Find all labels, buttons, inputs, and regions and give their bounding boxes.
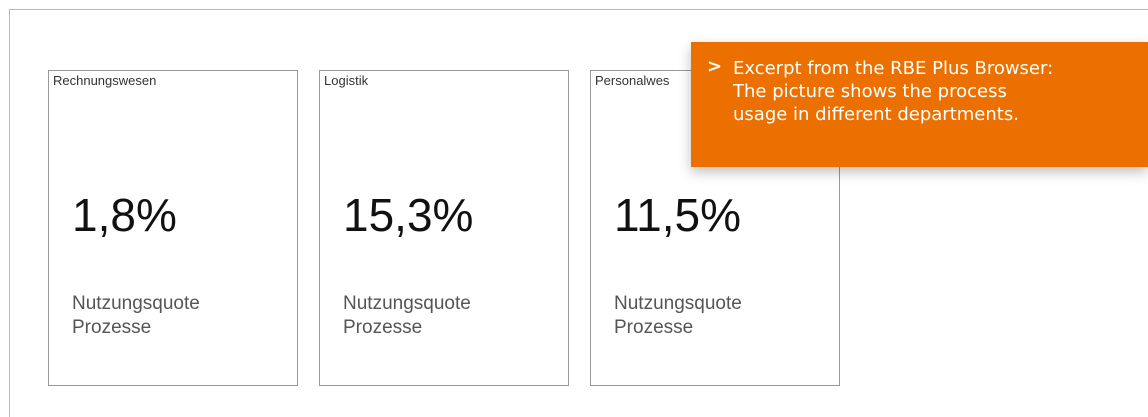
caption-line-2: Prozesse — [72, 317, 152, 338]
tile-rechnungswesen[interactable]: Rechnungswesen 1,8% Nutzungsquote Prozes… — [48, 70, 298, 386]
tile-caption: Nutzungsquote Prozesse — [72, 292, 200, 340]
caption-line-1: Nutzungsquote — [72, 293, 200, 314]
info-callout: > Excerpt from the RBE Plus Browser: The… — [691, 42, 1148, 167]
chevron-right-icon: > — [707, 56, 723, 77]
callout-line-1: Excerpt from the RBE Plus Browser: — [733, 58, 1054, 79]
tile-logistik[interactable]: Logistik 15,3% Nutzungsquote Prozesse — [319, 70, 569, 386]
usage-rate-value: 11,5% — [614, 189, 742, 241]
callout-line-2: The picture shows the process — [733, 81, 1007, 102]
caption-line-1: Nutzungsquote — [343, 293, 471, 314]
usage-rate-value: 1,8% — [72, 189, 177, 241]
caption-line-1: Nutzungsquote — [614, 293, 742, 314]
tile-title: Personalwes — [595, 73, 670, 88]
tile-title: Logistik — [324, 73, 369, 88]
tile-caption: Nutzungsquote Prozesse — [343, 292, 471, 340]
caption-line-2: Prozesse — [614, 317, 694, 338]
caption-line-2: Prozesse — [343, 317, 423, 338]
usage-rate-value: 15,3% — [343, 189, 474, 241]
callout-line-3: usage in different departments. — [733, 104, 1019, 125]
tile-title: Rechnungswesen — [53, 73, 157, 88]
tile-caption: Nutzungsquote Prozesse — [614, 292, 742, 340]
